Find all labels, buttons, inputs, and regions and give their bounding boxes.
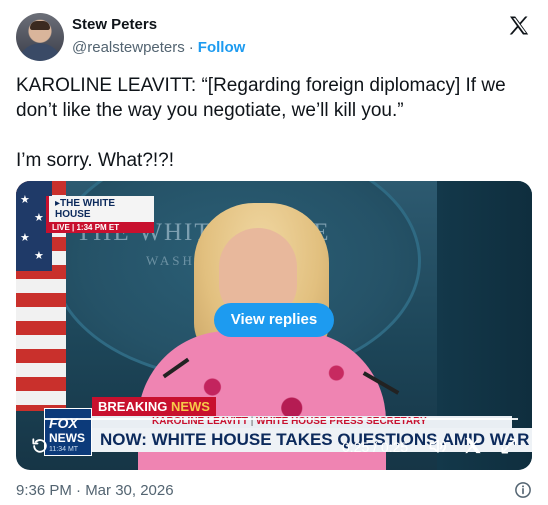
fox-news-logo: FOX NEWS 11:34 MT: [44, 408, 92, 456]
live-bug-title: ▸THE WHITE HOUSE: [46, 196, 154, 222]
x-overlay-icon[interactable]: [463, 436, 483, 456]
author-handle-row: @realstewpeters · Follow: [72, 39, 245, 56]
live-bug: ▸THE WHITE HOUSE LIVE | 1:34 PM ET: [46, 196, 154, 233]
fox-news-word: NEWS: [49, 431, 85, 445]
info-icon[interactable]: [514, 481, 532, 499]
video-progress-bar[interactable]: [44, 418, 518, 420]
view-replies-button[interactable]: View replies: [214, 303, 334, 337]
avatar[interactable]: [16, 13, 64, 61]
breaking-label: BREAKING: [98, 399, 168, 414]
replay-icon[interactable]: [30, 436, 50, 456]
x-logo-icon[interactable]: [507, 14, 531, 38]
news-label: NEWS: [170, 399, 210, 414]
avatar-hair: [30, 21, 50, 30]
live-bug-sub: LIVE | 1:34 PM ET: [46, 222, 154, 233]
author-name[interactable]: Stew Peters: [72, 16, 157, 33]
follow-button[interactable]: Follow: [198, 39, 246, 56]
tweet-text: KAROLINE LEAVITT: “[Regarding foreign di…: [16, 75, 506, 171]
volume-icon[interactable]: [428, 436, 448, 456]
video-player[interactable]: THE WHITE HOUSE WASHINGTON ★★★★ ▸THE WHI…: [16, 181, 532, 470]
fox-time: 11:34 MT: [49, 446, 79, 453]
fullscreen-icon[interactable]: [499, 436, 519, 456]
video-time: 0:25 / 0:25: [342, 439, 409, 455]
author-handle[interactable]: @realstewpeters: [72, 39, 185, 56]
separator-dot: ·: [188, 39, 194, 56]
tweet-timestamp[interactable]: 9:36 PM · Mar 30, 2026: [16, 482, 174, 499]
breaking-news-banner: BREAKING NEWS: [92, 397, 216, 416]
